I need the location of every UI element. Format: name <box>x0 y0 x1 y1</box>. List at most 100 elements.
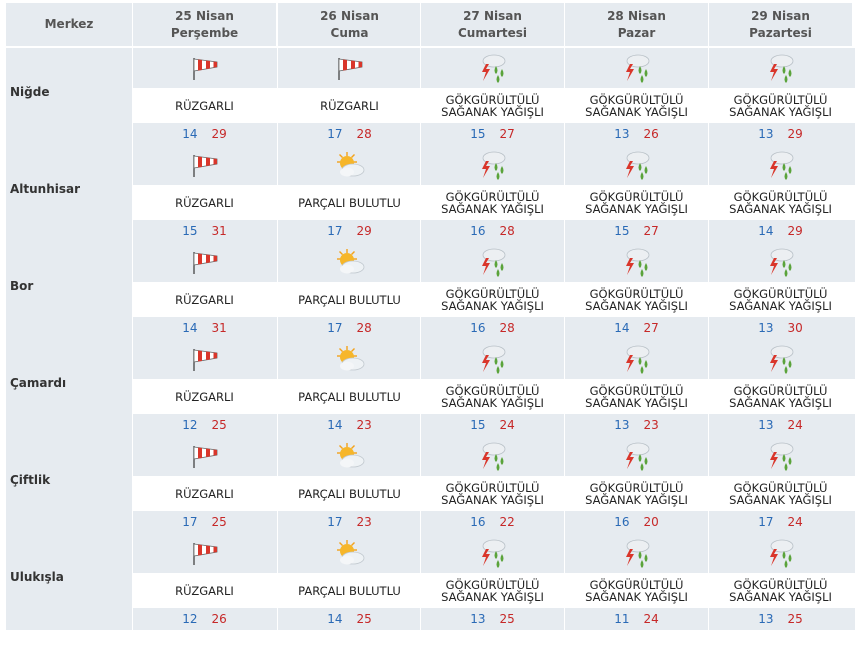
min-temp: 17 <box>327 515 343 529</box>
windsock-icon <box>133 242 276 282</box>
max-temp: 20 <box>643 515 659 529</box>
thunderstorm-icon <box>565 533 708 573</box>
condition-lines: GÖKGÜRÜLTÜLÜ SAĞANAK YAĞIŞLI <box>585 94 688 118</box>
thunderstorm-icon <box>421 48 564 88</box>
column-divider <box>708 3 709 630</box>
temperature-cell: 13 23 <box>565 414 708 436</box>
temperature-cell: 17 29 <box>278 220 421 242</box>
min-temp: 14 <box>182 127 198 141</box>
location-label: Bor <box>10 278 34 293</box>
max-temp: 26 <box>643 127 659 141</box>
max-temp: 26 <box>211 612 227 626</box>
day-date: 25 Nisan <box>175 8 234 23</box>
condition-line-2: SAĞANAK YAĞIŞLI <box>441 492 544 507</box>
min-temp: 15 <box>470 127 486 141</box>
location-label: Niğde <box>10 84 50 99</box>
min-temp: 16 <box>470 321 486 335</box>
condition-line-2: SAĞANAK YAĞIŞLI <box>729 104 832 119</box>
day-weekday: Cumartesi <box>458 25 527 40</box>
condition-line-1: PARÇALI BULUTLU <box>298 583 401 598</box>
condition-text: GÖKGÜRÜLTÜLÜ SAĞANAK YAĞIŞLI <box>565 379 708 414</box>
condition-text: PARÇALI BULUTLU <box>278 476 421 511</box>
condition-lines: GÖKGÜRÜLTÜLÜ SAĞANAK YAĞIŞLI <box>729 191 832 215</box>
thunderstorm-icon <box>421 533 564 573</box>
min-temp: 13 <box>758 612 774 626</box>
day-date: 27 Nisan <box>463 8 522 23</box>
condition-line-1: GÖKGÜRÜLTÜLÜ <box>589 383 684 398</box>
condition-lines: GÖKGÜRÜLTÜLÜ SAĞANAK YAĞIŞLI <box>729 482 832 506</box>
temperature-cell: 17 28 <box>278 317 421 339</box>
temperature-cell: 14 31 <box>133 317 276 339</box>
location-name: Bor <box>6 242 132 329</box>
condition-line-1: GÖKGÜRÜLTÜLÜ <box>733 383 828 398</box>
location-label: Çiftlik <box>10 472 51 487</box>
condition-text: GÖKGÜRÜLTÜLÜ SAĞANAK YAĞIŞLI <box>709 282 852 317</box>
max-temp: 28 <box>356 127 372 141</box>
temperature-cell: 17 25 <box>133 511 276 533</box>
max-temp: 22 <box>499 515 515 529</box>
condition-line-1: GÖKGÜRÜLTÜLÜ <box>589 480 684 495</box>
max-temp: 29 <box>787 224 803 238</box>
sun-cloud-icon <box>278 145 421 185</box>
thunderstorm-icon <box>565 145 708 185</box>
day-date: 26 Nisan <box>320 8 379 23</box>
condition-text: PARÇALI BULUTLU <box>278 379 421 414</box>
max-temp: 27 <box>499 127 515 141</box>
condition-line-1: GÖKGÜRÜLTÜLÜ <box>445 189 540 204</box>
condition-lines: GÖKGÜRÜLTÜLÜ SAĞANAK YAĞIŞLI <box>441 288 544 312</box>
condition-lines: RÜZGARLI <box>175 391 234 403</box>
min-temp: 13 <box>758 418 774 432</box>
condition-lines: GÖKGÜRÜLTÜLÜ SAĞANAK YAĞIŞLI <box>729 579 832 603</box>
max-temp: 27 <box>643 224 659 238</box>
condition-lines: RÜZGARLI <box>320 100 379 112</box>
location-name: Çiftlik <box>6 436 132 523</box>
condition-line-1: GÖKGÜRÜLTÜLÜ <box>589 189 684 204</box>
condition-lines: RÜZGARLI <box>175 197 234 209</box>
temperature-cell: 11 24 <box>565 608 708 630</box>
temperature-cell: 15 27 <box>565 220 708 242</box>
condition-lines: GÖKGÜRÜLTÜLÜ SAĞANAK YAĞIŞLI <box>585 191 688 215</box>
day-header: 28 Nisan Pazar <box>565 3 708 46</box>
condition-line-1: PARÇALI BULUTLU <box>298 292 401 307</box>
condition-line-1: GÖKGÜRÜLTÜLÜ <box>445 577 540 592</box>
condition-lines: PARÇALI BULUTLU <box>298 197 401 209</box>
max-temp: 29 <box>787 127 803 141</box>
day-header: 29 Nisan Pazartesi <box>709 3 852 46</box>
max-temp: 28 <box>499 321 515 335</box>
condition-line-1: PARÇALI BULUTLU <box>298 486 401 501</box>
condition-text: RÜZGARLI <box>133 476 276 511</box>
location-name: Niğde <box>6 48 132 135</box>
condition-line-1: GÖKGÜRÜLTÜLÜ <box>733 286 828 301</box>
location-label: Çamardı <box>10 375 67 390</box>
condition-text: GÖKGÜRÜLTÜLÜ SAĞANAK YAĞIŞLI <box>709 379 852 414</box>
condition-text: RÜZGARLI <box>133 282 276 317</box>
condition-lines: RÜZGARLI <box>175 294 234 306</box>
condition-text: GÖKGÜRÜLTÜLÜ SAĞANAK YAĞIŞLI <box>565 185 708 220</box>
condition-line-2: SAĞANAK YAĞIŞLI <box>441 298 544 313</box>
thunderstorm-icon <box>421 145 564 185</box>
temperature-cell: 15 31 <box>133 220 276 242</box>
max-temp: 29 <box>211 127 227 141</box>
condition-line-2: SAĞANAK YAĞIŞLI <box>729 298 832 313</box>
condition-line-2: SAĞANAK YAĞIŞLI <box>585 589 688 604</box>
temperature-cell: 17 24 <box>709 511 852 533</box>
condition-text: PARÇALI BULUTLU <box>278 282 421 317</box>
condition-line-1: RÜZGARLI <box>175 389 234 404</box>
condition-lines: GÖKGÜRÜLTÜLÜ SAĞANAK YAĞIŞLI <box>585 288 688 312</box>
thunderstorm-icon <box>709 533 852 573</box>
min-temp: 15 <box>470 418 486 432</box>
windsock-icon <box>278 48 421 88</box>
condition-line-1: PARÇALI BULUTLU <box>298 389 401 404</box>
max-temp: 27 <box>643 321 659 335</box>
condition-text: PARÇALI BULUTLU <box>278 573 421 608</box>
min-temp: 13 <box>614 418 630 432</box>
condition-lines: PARÇALI BULUTLU <box>298 585 401 597</box>
condition-line-1: GÖKGÜRÜLTÜLÜ <box>589 92 684 107</box>
condition-line-1: GÖKGÜRÜLTÜLÜ <box>733 189 828 204</box>
max-temp: 25 <box>499 612 515 626</box>
condition-line-1: GÖKGÜRÜLTÜLÜ <box>445 286 540 301</box>
thunderstorm-icon <box>421 242 564 282</box>
max-temp: 28 <box>499 224 515 238</box>
condition-line-1: GÖKGÜRÜLTÜLÜ <box>445 383 540 398</box>
thunderstorm-icon <box>565 242 708 282</box>
